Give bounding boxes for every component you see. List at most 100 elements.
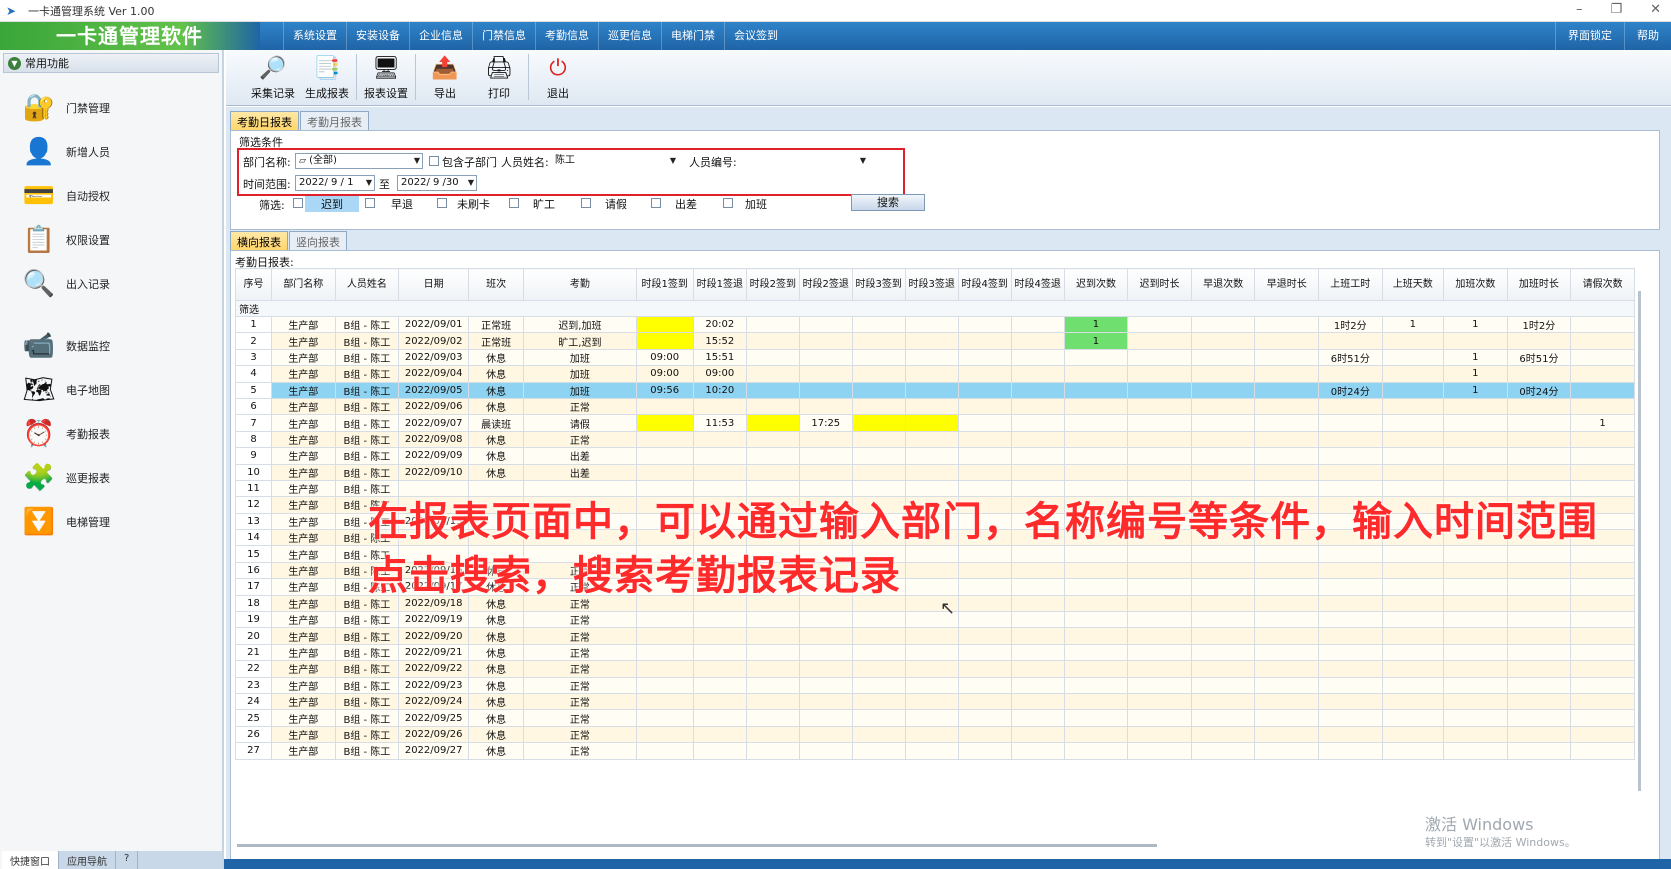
export-button[interactable]: 📤 导出 [418, 50, 472, 102]
table-row[interactable]: 2 生产部 B组 - 陈工 2022/09/02 正常班 旷工,迟到 15:52 1 [234, 332, 1635, 350]
horizontal-scrollbar[interactable] [237, 844, 1157, 847]
table-row[interactable]: 1 生产部 B组 - 陈工 2022/09/01 正常班 迟到,加班 20:02 1 1时2分 1… [234, 315, 1635, 334]
tab-vertical-report[interactable]: 竖向报表 [289, 231, 347, 250]
table-row[interactable]: 7 生产部 B组 - 陈工 2022/09/07 晨读班 请假 11:53 17:25 1 [234, 414, 1635, 432]
column-header[interactable]: 日期 [398, 268, 470, 301]
table-row[interactable]: 8 生产部 B组 - 陈工 2022/09/08 休息 正常 [234, 430, 1635, 449]
help-icon[interactable]: ? [116, 851, 139, 869]
menu-company-info[interactable]: 企业信息 [409, 22, 472, 50]
column-header[interactable]: 班次 [468, 268, 525, 301]
tab-horizontal-report[interactable]: 横向报表 [230, 231, 288, 250]
print-button[interactable]: 🖨 打印 [472, 50, 526, 102]
sidebar-item-auto-authorize[interactable]: 💳 自动授权 [18, 176, 208, 216]
sidebar-item-permission[interactable]: 📋 权限设置 [18, 220, 208, 260]
table-row[interactable]: 3 生产部 B组 - 陈工 2022/09/03 休息 加班 09:00 15:51 6时51分… [234, 348, 1635, 367]
menu-attendance-info[interactable]: 考勤信息 [535, 22, 598, 50]
column-header[interactable]: 时段4签到 [957, 268, 1012, 301]
late-checkbox[interactable] [293, 198, 303, 208]
collect-records-button[interactable]: 🔎 采集记录 [246, 50, 300, 102]
close-icon[interactable]: ✕ [1650, 2, 1661, 17]
minimize-icon[interactable]: – [1576, 2, 1583, 17]
collapse-icon[interactable]: ▼ [8, 56, 21, 70]
name-input[interactable]: 陈工 ▼ [551, 153, 679, 169]
column-header[interactable]: 时段2签退 [798, 268, 853, 301]
sidebar-item-e-map[interactable]: 🗺 电子地图 [18, 370, 208, 410]
sidebar-item-patrol-report[interactable]: 🧩 巡更报表 [18, 458, 208, 498]
column-header[interactable]: 人员姓名 [334, 268, 400, 301]
column-header[interactable]: 上班工时 [1318, 268, 1383, 301]
menu-lock-screen[interactable]: 界面锁定 [1555, 22, 1624, 50]
table-row[interactable]: 20 生产部 B组 - 陈工 2022/09/20 休息 正常 [234, 627, 1635, 645]
exit-button[interactable]: ⏻ 退出 [531, 50, 585, 102]
column-header[interactable]: 加班时长 [1506, 268, 1572, 301]
table-row[interactable]: 6 生产部 B组 - 陈工 2022/09/06 休息 正常 [234, 397, 1635, 416]
table-row[interactable]: 23 生产部 B组 - 陈工 2022/09/23 休息 正常 [234, 676, 1635, 694]
restore-icon[interactable]: ❐ [1610, 2, 1622, 17]
table-row[interactable]: 4 生产部 B组 - 陈工 2022/09/04 休息 加班 09:00 09:00 1 [234, 365, 1635, 383]
table-row[interactable]: 21 生产部 B组 - 陈工 2022/09/21 休息 正常 [234, 643, 1635, 662]
leave-checkbox[interactable] [581, 198, 591, 208]
column-header[interactable]: 早退次数 [1190, 268, 1256, 301]
filter-row-label[interactable]: 筛选 [235, 300, 1635, 317]
column-header[interactable]: 早退时长 [1254, 268, 1319, 301]
table-row[interactable]: 11 生产部 B组 - 陈工 [234, 479, 1635, 498]
menu-elevator-access[interactable]: 电梯门禁 [661, 22, 724, 50]
id-input[interactable]: ▼ [739, 153, 869, 169]
column-header[interactable]: 考勤 [523, 268, 637, 301]
table-row[interactable]: 13 生产部 B组 - 陈工 2022/09/13 [234, 512, 1635, 531]
table-row[interactable]: 22 生产部 B组 - 陈工 2022/09/22 休息 正常 [234, 660, 1635, 678]
sidebar-header[interactable]: ▼ 常用功能 [3, 53, 219, 73]
column-header[interactable]: 时段4签退 [1010, 268, 1065, 301]
sidebar-item-attendance-report[interactable]: ⏰ 考勤报表 [18, 414, 208, 454]
table-row[interactable]: 16 生产部 B组 - 陈工 2022/09/16 休息 正常 [234, 561, 1635, 580]
absent-checkbox[interactable] [509, 198, 519, 208]
generate-report-button[interactable]: 📑 生成报表 [300, 50, 354, 102]
table-row[interactable]: 15 生产部 B组 - 陈工 [234, 545, 1635, 563]
table-row[interactable]: 25 生产部 B组 - 陈工 2022/09/25 休息 正常 [234, 709, 1635, 727]
early-leave-checkbox[interactable] [365, 198, 375, 208]
menu-system-settings[interactable]: 系统设置 [283, 22, 346, 50]
table-row[interactable]: 19 生产部 B组 - 陈工 2022/09/19 休息 正常 [234, 611, 1635, 629]
column-header[interactable]: 上班天数 [1381, 268, 1445, 301]
sidebar-item-door-management[interactable]: 🔐 门禁管理 [18, 88, 208, 128]
sidebar-item-elevator[interactable]: ⏬ 电梯管理 [18, 502, 208, 542]
column-header[interactable]: 加班次数 [1443, 268, 1508, 301]
vertical-scrollbar[interactable] [1638, 291, 1641, 791]
column-header[interactable]: 时段1签退 [692, 268, 747, 301]
menu-meeting-signin[interactable]: 会议签到 [724, 22, 787, 50]
menu-door-info[interactable]: 门禁信息 [472, 22, 535, 50]
table-row[interactable]: 24 生产部 B组 - 陈工 2022/09/24 休息 正常 [234, 692, 1635, 711]
table-row[interactable]: 12 生产部 B组 - 陈工 [234, 496, 1635, 514]
column-header[interactable]: 时段2签到 [745, 268, 800, 301]
column-header[interactable]: 部门名称 [271, 268, 336, 301]
sidebar-item-add-person[interactable]: 👤 新增人员 [18, 132, 208, 172]
table-row[interactable]: 27 生产部 B组 - 陈工 2022/09/27 休息 正常 [234, 742, 1635, 760]
menu-install-device[interactable]: 安装设备 [346, 22, 409, 50]
include-sub-dept-checkbox[interactable] [429, 156, 439, 166]
column-header[interactable]: 时段1签到 [635, 268, 694, 301]
table-row[interactable]: 9 生产部 B组 - 陈工 2022/09/09 休息 出差 [234, 447, 1635, 465]
tab-shortcut-window[interactable]: 快捷窗口 [2, 851, 59, 869]
column-header[interactable]: 序号 [234, 268, 273, 301]
table-row[interactable]: 18 生产部 B组 - 陈工 2022/09/18 休息 正常 [234, 594, 1635, 613]
column-header[interactable]: 迟到次数 [1063, 268, 1129, 301]
sidebar-item-access-records[interactable]: 🔍 出入记录 [18, 264, 208, 304]
column-header[interactable]: 请假次数 [1570, 268, 1635, 301]
column-header[interactable]: 迟到时长 [1127, 268, 1192, 301]
overtime-checkbox[interactable] [723, 198, 733, 208]
column-header[interactable]: 时段3签退 [904, 268, 959, 301]
table-row[interactable]: 5 生产部 B组 - 陈工 2022/09/05 休息 加班 09:56 10:20 0时24分… [234, 381, 1635, 399]
dept-select[interactable]: ▱ (全部) ▼ [295, 153, 423, 169]
menu-help[interactable]: 帮助 [1624, 22, 1671, 50]
date-from-input[interactable]: 2022/ 9 / 1 ▼ [295, 175, 375, 191]
tab-daily-report[interactable]: 考勤日报表 [230, 111, 299, 130]
sidebar-item-data-monitor[interactable]: 📹 数据监控 [18, 326, 208, 366]
table-row[interactable]: 26 生产部 B组 - 陈工 2022/09/26 休息 正常 [234, 725, 1635, 744]
date-to-input[interactable]: 2022/ 9 /30 ▼ [397, 175, 477, 191]
menu-patrol-info[interactable]: 巡更信息 [598, 22, 661, 50]
table-row[interactable]: 14 生产部 B组 - 陈工 [234, 529, 1635, 547]
table-row[interactable]: 17 生产部 B组 - 陈工 2022/09/17 休息 正常 [234, 578, 1635, 596]
tab-app-navigation[interactable]: 应用导航 [59, 851, 116, 869]
search-button[interactable]: 搜索 [851, 194, 925, 211]
table-row[interactable]: 10 生产部 B组 - 陈工 2022/09/10 休息 出差 [234, 463, 1635, 481]
